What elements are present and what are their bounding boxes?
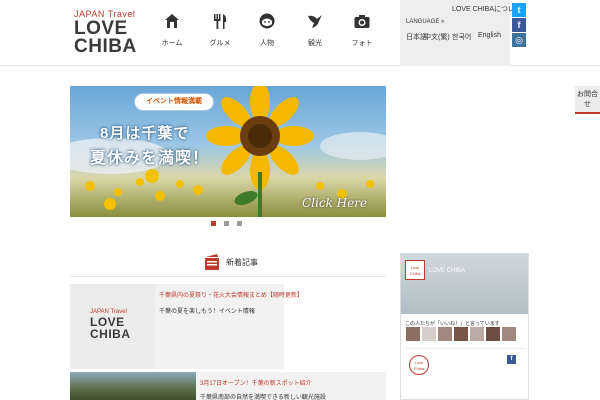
event-bubble: イベント情報満載 — [134, 93, 214, 111]
article-card-1: 千葉県内の夏祭り・花火大会情報まとめ【随時更新】 千葉の夏を楽しもう！イベント情… — [155, 284, 303, 369]
article-card-2: 3月17日オープン！千葉の新スポット紹介 千葉県南部の自然を満喫できる新しい観光… — [196, 372, 386, 400]
fork-knife-icon — [214, 14, 227, 29]
bird-icon — [308, 15, 322, 28]
hero-banner[interactable]: イベント情報満載 8月は千葉で 夏休みを満喫！ Click Here — [70, 86, 386, 217]
fan-avatar[interactable] — [470, 327, 484, 341]
facebook-page-widget[interactable]: Love Chiba LOVE CHIBA この人たちが「いいね！」と言っていま… — [400, 253, 529, 400]
home-icon — [165, 14, 179, 28]
face-icon — [259, 13, 275, 29]
contact-tab-line-1: お問合 — [577, 91, 598, 98]
section-divider — [70, 276, 386, 277]
fan-avatar[interactable] — [486, 327, 500, 341]
newspaper-icon — [205, 254, 219, 270]
nav-item-gourmet[interactable]: グルメ — [200, 12, 240, 56]
hero-cta[interactable]: Click Here — [302, 196, 367, 210]
post-avatar: Love Chiba — [409, 355, 429, 375]
fan-avatar[interactable] — [454, 327, 468, 341]
nav-item-photo[interactable]: フォト — [342, 12, 382, 56]
article-thumbnail-2[interactable] — [70, 372, 196, 400]
facebook-icon[interactable]: f — [507, 355, 516, 364]
language-option-chinese[interactable]: 中文(繁) — [424, 32, 450, 42]
camera-icon — [354, 15, 370, 28]
contact-tab-line-2: せ — [584, 101, 591, 108]
article-logo-1: JAPAN Travel LOVE CHIBA — [90, 308, 131, 340]
article-title-2[interactable]: 3月17日オープン！千葉の新スポット紹介 — [200, 378, 312, 387]
article-excerpt-2: 千葉県南部の自然を満喫できる新しい観光施設 — [200, 395, 326, 400]
nav-label-photo: フォト — [351, 40, 373, 47]
language-title: LANGUAGE » — [406, 19, 445, 25]
facebook-icon[interactable]: f — [512, 18, 526, 32]
nav-label-people: 人物 — [260, 40, 274, 47]
twitter-icon[interactable]: t — [512, 3, 526, 17]
facebook-likes-text: この人たちが「いいね！」と言っています — [405, 321, 500, 327]
language-option-english[interactable]: English — [478, 32, 501, 39]
logo-line-2: CHIBA — [74, 36, 137, 57]
article-excerpt-1: 千葉の夏を楽しもう！イベント情報 — [159, 309, 255, 315]
fan-avatar[interactable] — [502, 327, 516, 341]
contact-side-tab[interactable]: お問合 せ — [575, 86, 600, 114]
nav-item-home[interactable]: ホーム — [152, 12, 192, 56]
facebook-page-name[interactable]: LOVE CHIBA — [429, 268, 465, 274]
fan-avatar[interactable] — [438, 327, 452, 341]
slider-dot-3[interactable] — [237, 221, 242, 226]
nav-item-people[interactable]: 人物 — [247, 12, 287, 56]
site-logo[interactable]: JAPAN Travel LOVE CHIBA — [74, 9, 144, 56]
nav-label-sightseeing: 観光 — [308, 40, 322, 47]
slider-dot-2[interactable] — [224, 221, 229, 226]
facebook-page-avatar: Love Chiba — [405, 260, 425, 280]
section-title: 新着記事 — [226, 258, 258, 267]
article-logo-line-2: CHIBA — [90, 327, 131, 341]
article-thumbnail-1[interactable]: JAPAN Travel LOVE CHIBA — [70, 284, 155, 369]
hero-headline-2: 夏休みを満喫！ — [90, 150, 210, 167]
fan-avatar[interactable] — [422, 327, 436, 341]
language-option-korean[interactable]: 한국어 — [452, 32, 471, 42]
nav-label-gourmet: グルメ — [209, 40, 231, 47]
article-title-1[interactable]: 千葉県内の夏祭り・花火大会情報まとめ【随時更新】 — [159, 290, 303, 299]
fan-avatar[interactable] — [406, 327, 420, 341]
nav-label-home: ホーム — [161, 40, 183, 47]
facebook-post: Love Chiba f — [405, 348, 525, 396]
site-header: JAPAN Travel LOVE CHIBA ホーム グルメ 人物 観光 フォ… — [0, 0, 600, 66]
instagram-icon[interactable]: ◎ — [512, 33, 526, 47]
hero-headline-1: 8月は千葉で — [100, 125, 190, 142]
nav-item-sightseeing[interactable]: 観光 — [295, 12, 335, 56]
slider-dot-1[interactable] — [211, 221, 216, 226]
